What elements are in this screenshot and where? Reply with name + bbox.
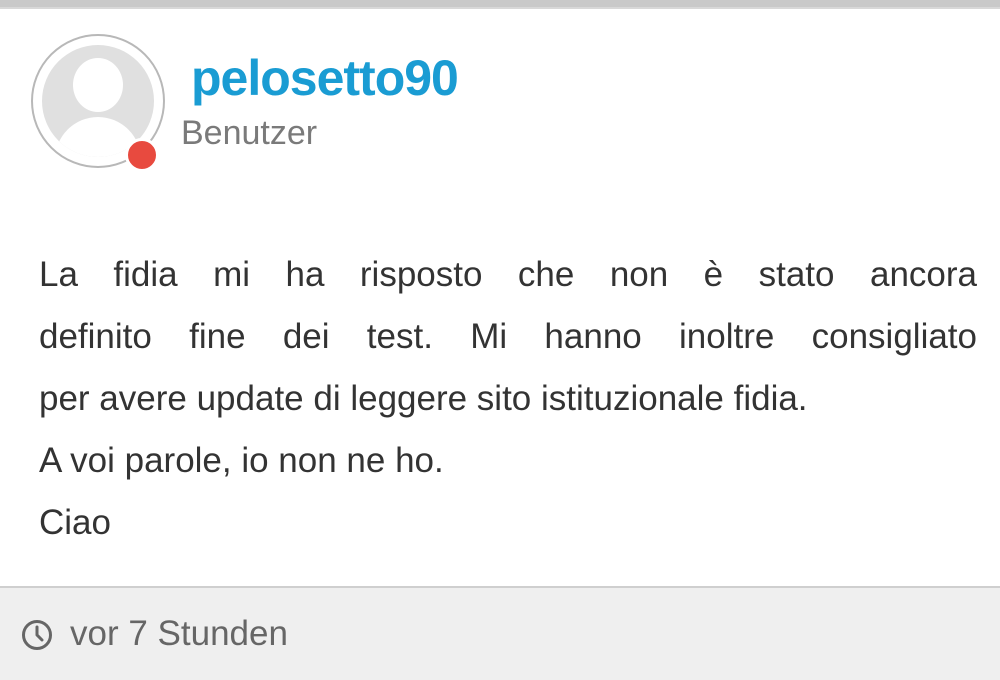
message-line: A voi parole, io non ne ho. [39,441,444,480]
avatar-head-shape [73,58,123,112]
post-timestamp: vor 7 Stunden [70,614,288,653]
author-role: Benutzer [181,114,318,152]
post-message: La fidia mi ha risposto che non è stato … [39,244,977,554]
post-footer: vor 7 Stunden [0,586,1000,680]
message-line: La fidia mi ha risposto che non è stato … [39,255,977,294]
forum-post: pelosetto90 Benutzer La fidia mi ha risp… [0,0,1000,680]
message-line: per avere update di leggere sito istituz… [39,379,808,418]
author-username[interactable]: pelosetto90 [191,48,459,108]
post-top-divider [0,0,1000,9]
offline-status-indicator [125,138,159,172]
clock-icon [22,620,52,650]
message-line: Ciao [39,503,111,542]
message-line: definito fine dei test. Mi hanno inoltre… [39,317,977,356]
